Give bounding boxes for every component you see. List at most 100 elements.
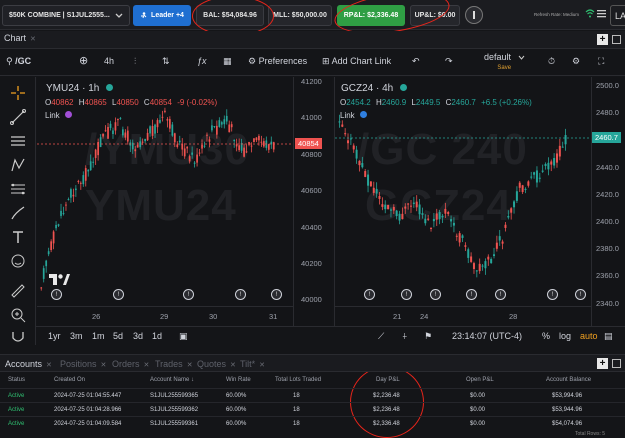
economic-event-icon[interactable]: ! [235, 289, 246, 300]
add-chart-link-button[interactable]: ⊞ Add Chart Link [322, 56, 391, 67]
account-select[interactable]: $50K COMBINE | S1JUL2555... [2, 5, 130, 26]
economic-event-icon[interactable]: ! [430, 289, 441, 300]
add-symbol-icon[interactable]: ⊕ [79, 54, 88, 67]
price-axis[interactable]: 2500.02480.02460.02440.02420.02400.02380… [591, 77, 625, 326]
table-row[interactable]: Active 2024-07-25 01:04:55.447 S1JUL2555… [0, 388, 625, 402]
range-5d[interactable]: 5d [113, 331, 123, 341]
layout-icon[interactable]: ▦ [223, 56, 232, 67]
economic-event-icon[interactable]: ! [183, 289, 194, 300]
close-icon[interactable]: ✕ [30, 36, 36, 43]
time-axis[interactable]: 26 29 30 31 [37, 306, 293, 326]
col-open-pnl[interactable]: Open P&L [466, 377, 494, 383]
interval-button[interactable]: 4h [104, 56, 114, 66]
economic-event-icon[interactable]: ! [364, 289, 375, 300]
col-account-name[interactable]: Account Name ↓ [150, 377, 194, 383]
crosshair-icon[interactable] [10, 85, 26, 101]
ruler-icon[interactable] [10, 283, 26, 299]
economic-event-icon[interactable]: ! [271, 289, 282, 300]
chart-settings-icon[interactable]: ▤ [604, 331, 613, 342]
close-icon[interactable]: ✕ [230, 362, 236, 369]
time-axis[interactable]: 21 24 28 [335, 306, 591, 326]
economic-event-icon[interactable]: ! [113, 289, 124, 300]
economic-event-icon[interactable]: ! [51, 289, 62, 300]
economic-event-icon[interactable]: ! [401, 289, 412, 300]
text-icon[interactable] [10, 229, 26, 245]
trendline-icon[interactable] [10, 109, 26, 125]
close-icon[interactable]: ✕ [187, 362, 193, 369]
table-row[interactable]: Active 2024-07-25 01:04:09.584 S1JUL2555… [0, 416, 625, 430]
chart-panel-gcz24[interactable]: /GC 240 GCZ24 GCZ24 · 4h O2454.2 H2460.9… [334, 77, 625, 326]
drawing-line-icon[interactable]: ⟋ [378, 331, 384, 342]
undo-icon[interactable]: ↶ [412, 56, 420, 67]
maximize-icon[interactable] [612, 35, 621, 44]
candle-body [99, 137, 102, 148]
col-total-lots[interactable]: Total Lots Traded [275, 377, 321, 383]
indicators-icon[interactable]: ⇅ [162, 56, 170, 67]
fullscreen-icon[interactable]: ⛶ [598, 56, 604, 67]
col-win-rate[interactable]: Win Rate [226, 377, 251, 383]
candle-body [233, 139, 236, 142]
range-3d[interactable]: 3d [133, 331, 143, 341]
percent-toggle[interactable]: % [542, 331, 550, 341]
calendar-icon[interactable]: ▣ [179, 331, 188, 342]
close-icon[interactable]: ✕ [259, 362, 265, 369]
brush-icon[interactable] [10, 205, 26, 221]
range-1yr[interactable]: 1yr [48, 331, 61, 341]
add-tab-icon[interactable]: + [597, 358, 608, 369]
col-created-on[interactable]: Created On [54, 377, 85, 383]
pattern-icon[interactable] [10, 157, 26, 173]
range-1d[interactable]: 1d [152, 331, 162, 341]
candle-body [119, 117, 122, 119]
economic-event-icon[interactable]: ! [495, 289, 506, 300]
zoom-in-icon[interactable] [10, 307, 26, 323]
tab-positions[interactable]: Positions ✕ [60, 359, 106, 369]
language-button[interactable]: LA [610, 5, 625, 26]
emoji-icon[interactable] [10, 253, 26, 269]
layout-select[interactable]: default Save [484, 53, 525, 73]
close-icon[interactable]: ✕ [46, 362, 52, 369]
economic-event-icon[interactable]: ! [547, 289, 558, 300]
price-axis[interactable]: 41200 41000 40800 40600 40400 40200 40000 [293, 77, 332, 326]
redo-icon[interactable]: ↷ [445, 56, 453, 67]
settings-icon[interactable]: ⚙ [572, 56, 580, 67]
economic-event-icon[interactable]: ! [466, 289, 477, 300]
col-status[interactable]: Status [8, 377, 25, 383]
candle-body [344, 133, 347, 135]
magnet-icon[interactable] [10, 329, 26, 345]
add-tab-icon[interactable]: + [597, 34, 608, 45]
tab-quotes[interactable]: Quotes ✕ [197, 359, 236, 369]
info-button[interactable] [465, 6, 483, 24]
tab-chart[interactable]: Chart ✕ [4, 33, 36, 43]
preferences-button[interactable]: ⚙ Preferences [248, 56, 307, 67]
horizontal-lines-icon[interactable] [10, 133, 26, 149]
candle-body [188, 156, 191, 162]
economic-event-icon[interactable]: ! [575, 289, 586, 300]
tab-trades[interactable]: Trades ✕ [155, 359, 193, 369]
flag-icon[interactable]: ⚑ [424, 331, 432, 342]
auto-toggle[interactable]: auto [580, 331, 598, 341]
col-account-balance[interactable]: Account Balance [546, 377, 591, 383]
fx-icon[interactable]: ƒx [197, 56, 207, 66]
candle-body [149, 126, 151, 134]
tab-orders[interactable]: Orders ✕ [112, 359, 149, 369]
range-1m[interactable]: 1m [92, 331, 105, 341]
leader-button[interactable]: Leader +4 [133, 5, 191, 26]
candle-body [40, 287, 43, 289]
maximize-icon[interactable] [612, 359, 621, 368]
close-icon[interactable]: ✕ [101, 362, 107, 369]
log-toggle[interactable]: log [559, 331, 571, 341]
col-day-pnl[interactable]: Day P&L [376, 377, 400, 383]
candle-body [253, 138, 255, 143]
range-3m[interactable]: 3m [70, 331, 83, 341]
fib-icon[interactable] [10, 181, 26, 197]
bar-type-icon[interactable]: ⫶ [134, 56, 136, 67]
table-row[interactable]: Active 2024-07-25 01:04:28.966 S1JUL2555… [0, 402, 625, 416]
tab-accounts[interactable]: Accounts ✕ [5, 359, 52, 369]
menu-icon[interactable] [597, 9, 606, 18]
close-icon[interactable]: ✕ [144, 362, 150, 369]
alert-clock-icon[interactable]: ⏱ [548, 56, 555, 67]
symbol-search[interactable]: ⚲ /GC [6, 56, 31, 67]
chart-panel-ymu24[interactable]: /YMU30 YMU24 YMU24 · 1h O40862 H40865 L4… [37, 77, 332, 326]
node-tool-icon[interactable]: ⍭ [402, 331, 407, 342]
tab-tilt[interactable]: Tilt* ✕ [240, 359, 265, 369]
